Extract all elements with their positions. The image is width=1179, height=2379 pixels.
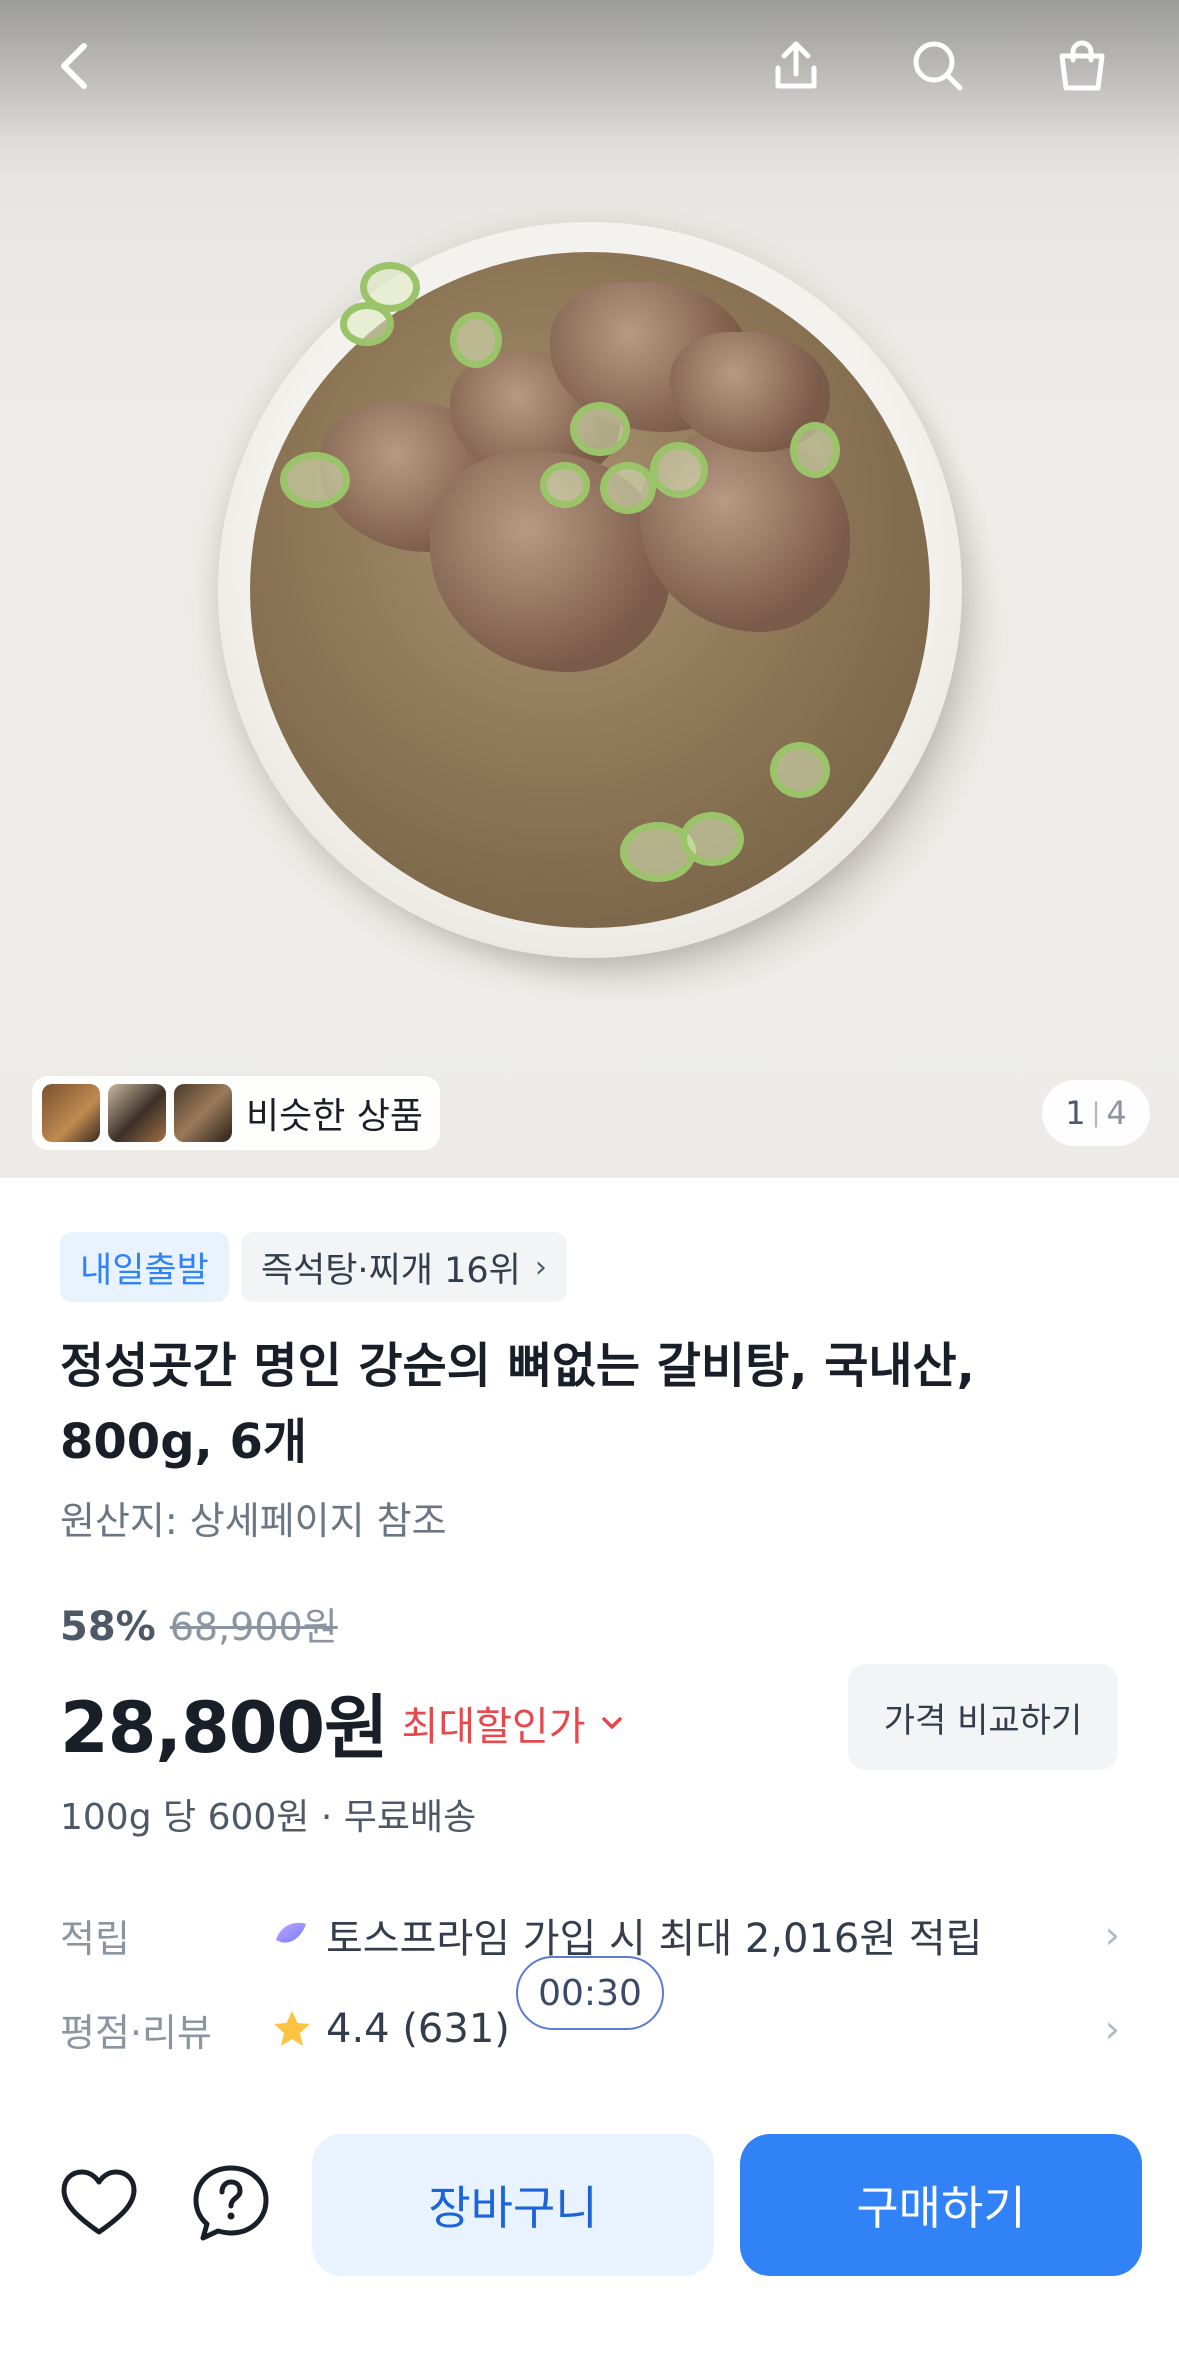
timer-badge: 00:30 bbox=[516, 1956, 664, 2030]
header-shade bbox=[0, 0, 1179, 180]
green-onion bbox=[600, 462, 656, 514]
rating-label: 평점·리뷰 bbox=[60, 2010, 212, 2055]
chevron-down-icon[interactable] bbox=[598, 1709, 626, 1737]
product-title: 정성곳간 명인 강순의 뼈없는 갈비탕, 국내산, 800g, 6개 bbox=[60, 1338, 975, 1470]
ranking-badge-label: 즉석탕·찌개 16위 bbox=[260, 1250, 521, 1291]
chevron-right-icon: › bbox=[1104, 2007, 1120, 2051]
pager-current: 1 bbox=[1065, 1094, 1086, 1132]
share-button[interactable] bbox=[760, 30, 832, 102]
similar-thumbnail bbox=[174, 1084, 232, 1142]
green-onion bbox=[570, 402, 630, 456]
discount-row: 58% 68,900원 bbox=[60, 1596, 338, 1651]
wishlist-button[interactable] bbox=[56, 2160, 142, 2246]
image-pager: 1 | 4 bbox=[1042, 1080, 1150, 1146]
points-label: 적립 bbox=[60, 1916, 130, 1961]
search-button[interactable] bbox=[902, 30, 974, 102]
question-bubble-icon bbox=[193, 2165, 269, 2241]
similar-label: 비슷한 상품 bbox=[246, 1096, 424, 1137]
chevron-left-icon bbox=[61, 43, 87, 89]
similar-products-button[interactable]: 비슷한 상품 bbox=[32, 1076, 440, 1150]
green-onion bbox=[280, 452, 350, 508]
back-button[interactable] bbox=[40, 30, 112, 102]
delivery-badge-label: 내일출발 bbox=[80, 1250, 209, 1291]
points-value: 토스프라임 가입 시 최대 2,016원 적립 bbox=[326, 1916, 983, 1962]
share-icon bbox=[775, 41, 817, 89]
delivery-badge: 내일출발 bbox=[60, 1232, 229, 1302]
max-discount-label: 최대할인가 bbox=[401, 1703, 586, 1750]
unit-price-shipping: 100g 당 600원 · 무료배송 bbox=[60, 1797, 477, 1838]
price-compare-button[interactable]: 가격 비교하기 bbox=[848, 1664, 1118, 1770]
add-to-cart-button[interactable]: 장바구니 bbox=[312, 2134, 714, 2276]
heart-icon bbox=[61, 2169, 137, 2235]
original-price: 68,900원 bbox=[169, 1605, 338, 1649]
rating-value-wrap: 4.4 (631) bbox=[270, 2006, 1105, 2052]
green-onion bbox=[680, 812, 744, 866]
shopping-bag-icon bbox=[1059, 40, 1105, 91]
chevron-right-icon: › bbox=[1104, 1913, 1120, 1957]
green-onion bbox=[450, 312, 502, 368]
green-onion bbox=[790, 422, 840, 478]
sale-price: 28,800원 bbox=[60, 1687, 389, 1769]
badge-row: 내일출발 즉석탕·찌개 16위 › bbox=[60, 1232, 567, 1302]
pager-separator: | bbox=[1091, 1098, 1101, 1128]
green-onion bbox=[770, 742, 830, 798]
green-onion bbox=[360, 262, 420, 312]
product-image[interactable]: 비슷한 상품 1 | 4 bbox=[0, 0, 1179, 1178]
buy-now-button[interactable]: 구매하기 bbox=[740, 2134, 1142, 2276]
similar-thumbnail bbox=[42, 1084, 100, 1142]
green-onion bbox=[650, 442, 708, 498]
soup bbox=[250, 252, 930, 928]
origin-info: 원산지: 상세페이지 참조 bbox=[60, 1499, 447, 1543]
inquiry-button[interactable] bbox=[188, 2160, 274, 2246]
star-icon bbox=[274, 2011, 310, 2046]
points-value-wrap: 토스프라임 가입 시 최대 2,016원 적립 bbox=[270, 1906, 1105, 1964]
green-onion bbox=[540, 462, 590, 508]
ranking-badge[interactable]: 즉석탕·찌개 16위 › bbox=[240, 1232, 567, 1302]
max-discount-toggle[interactable]: 최대할인가 bbox=[402, 1694, 586, 1752]
pager-total: 4 bbox=[1106, 1094, 1127, 1132]
price-row: 28,800원 최대할인가 bbox=[60, 1672, 626, 1773]
search-icon bbox=[913, 41, 963, 91]
rating-value: 4.4 (631) bbox=[326, 2006, 510, 2052]
chevron-right-icon: › bbox=[534, 1249, 547, 1285]
cart-button[interactable] bbox=[1046, 30, 1118, 102]
toss-prime-icon bbox=[276, 1922, 306, 1943]
similar-thumbnail bbox=[108, 1084, 166, 1142]
discount-rate: 58% bbox=[60, 1604, 156, 1650]
